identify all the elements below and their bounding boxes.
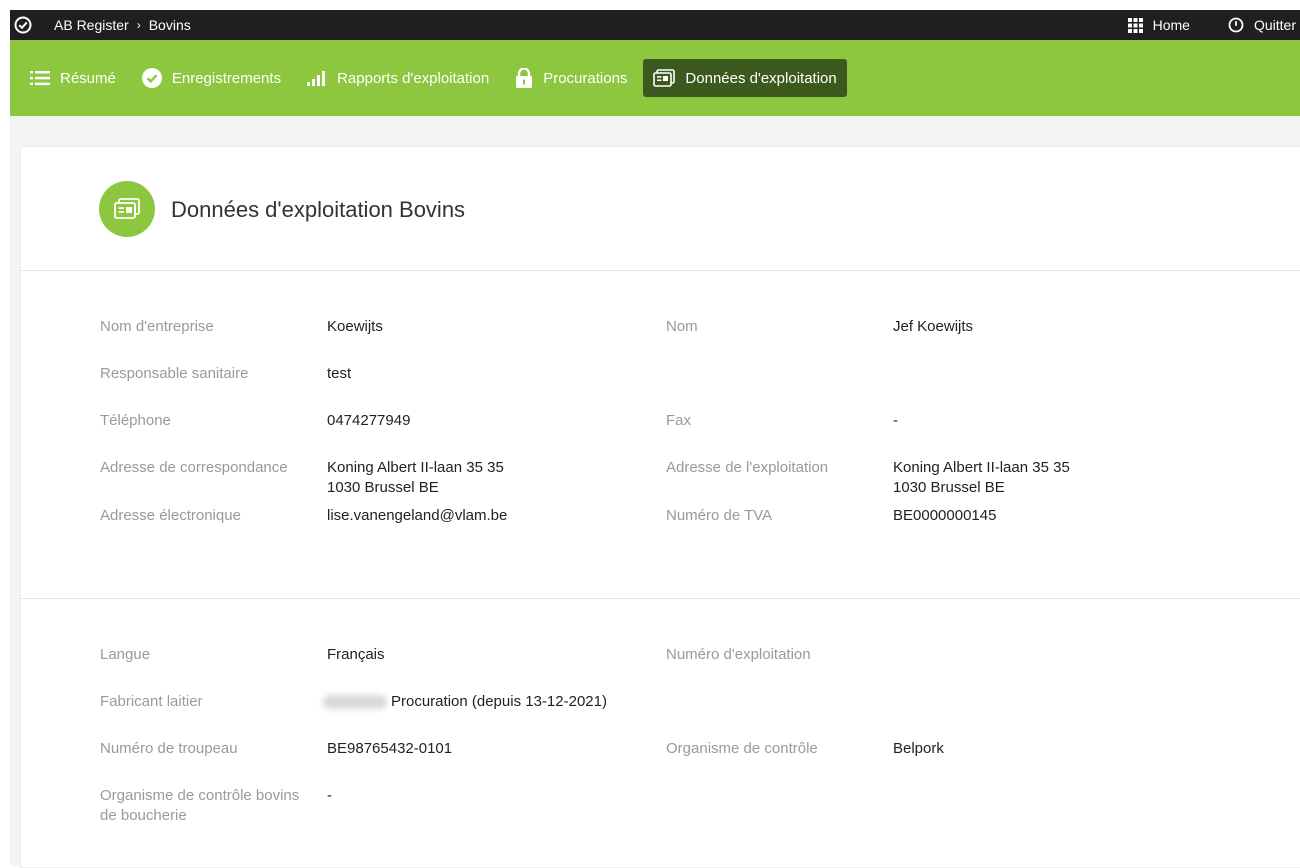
farm-number-label: Numéro d'exploitation xyxy=(666,646,811,663)
redacted-name xyxy=(323,695,387,710)
top-bar: AB Register › Bovins Home Quitter xyxy=(10,10,1300,40)
home-label: Home xyxy=(1152,17,1190,33)
id-card-icon xyxy=(653,69,676,87)
email-value: lise.vanengeland@vlam.be xyxy=(327,507,508,524)
details-card: Données d'exploitation Bovins Nom d'entr… xyxy=(20,146,1300,868)
dairy-maker-label: Fabricant laitier xyxy=(100,693,203,710)
control-org-value: Belpork xyxy=(893,740,944,757)
farm-address-label: Adresse de l'exploitation xyxy=(666,459,829,476)
beef-control-label-line1: Organisme de contrôle bovins xyxy=(100,787,300,804)
breadcrumb-item-ab-register[interactable]: AB Register xyxy=(54,17,129,33)
check-circle-icon xyxy=(141,68,162,88)
tab-donnees-exploitation-label: Données d'exploitation xyxy=(685,69,837,87)
beef-control-label-line2: de boucherie xyxy=(100,807,187,824)
tab-donnees-exploitation[interactable]: Données d'exploitation xyxy=(643,59,847,97)
beef-control-value: - xyxy=(327,787,332,804)
correspondence-address-label: Adresse de correspondance xyxy=(100,459,288,476)
tab-enregistrements-label: Enregistrements xyxy=(171,69,282,87)
contact-details-section: Nom d'entreprise Koewijts Nom Jef Koewij… xyxy=(21,271,1300,599)
email-label: Adresse électronique xyxy=(100,507,241,524)
tab-procurations[interactable]: Procurations xyxy=(505,59,637,97)
tab-rapports[interactable]: Rapports d'exploitation xyxy=(297,59,499,97)
herd-number-value: BE98765432-0101 xyxy=(327,740,453,757)
company-name-value: Koewijts xyxy=(327,318,383,335)
breadcrumb: AB Register › Bovins xyxy=(54,17,191,33)
name-label: Nom xyxy=(666,318,698,335)
phone-label: Téléphone xyxy=(100,412,171,429)
chevron-right-icon: › xyxy=(136,18,141,32)
lock-icon xyxy=(515,68,533,88)
tab-rapports-label: Rapports d'exploitation xyxy=(337,69,490,87)
vat-label: Numéro de TVA xyxy=(666,507,773,524)
tab-resume-label: Résumé xyxy=(60,69,116,87)
fax-value: - xyxy=(893,412,898,429)
list-icon xyxy=(30,70,50,86)
farm-address-line1: Koning Albert II-laan 35 35 xyxy=(893,459,1070,476)
herd-number-label: Numéro de troupeau xyxy=(100,740,238,757)
page-title: Données d'exploitation Bovins xyxy=(171,197,466,222)
quit-label: Quitter xyxy=(1253,17,1296,33)
name-value: Jef Koewijts xyxy=(893,318,974,335)
farm-address-line2: 1030 Brussel BE xyxy=(893,479,1005,496)
quit-button[interactable]: Quitter xyxy=(1228,17,1296,33)
language-label: Langue xyxy=(100,646,151,663)
check-circle-logo-icon[interactable] xyxy=(14,16,32,34)
tab-resume[interactable]: Résumé xyxy=(20,59,126,97)
power-icon xyxy=(1228,17,1244,33)
tab-enregistrements[interactable]: Enregistrements xyxy=(132,59,291,97)
bar-chart-icon xyxy=(307,70,327,86)
tab-procurations-label: Procurations xyxy=(543,69,628,87)
health-manager-value: test xyxy=(327,365,352,382)
correspondence-address-line1: Koning Albert II-laan 35 35 xyxy=(327,459,504,476)
farm-details-section: Langue Français Numéro d'exploitation Fa… xyxy=(21,599,1300,859)
control-org-label: Organisme de contrôle xyxy=(666,740,818,757)
vat-value: BE0000000145 xyxy=(893,507,997,524)
correspondence-address-line2: 1030 Brussel BE xyxy=(327,479,439,496)
health-manager-label: Responsable sanitaire xyxy=(100,365,249,382)
breadcrumb-item-bovins[interactable]: Bovins xyxy=(149,17,191,33)
dairy-maker-procuration: Procuration (depuis 13-12-2021) xyxy=(391,693,607,710)
grid-icon xyxy=(1127,17,1143,33)
fax-label: Fax xyxy=(666,412,692,429)
card-header: Données d'exploitation Bovins xyxy=(21,147,1300,271)
id-card-icon xyxy=(99,181,155,237)
main-nav: Résumé Enregistrements Rapports d'exploi… xyxy=(10,40,1300,116)
home-link[interactable]: Home xyxy=(1127,17,1190,33)
phone-value: 0474277949 xyxy=(327,412,411,429)
company-name-label: Nom d'entreprise xyxy=(100,318,214,335)
dairy-maker-value: Procuration (depuis 13-12-2021) xyxy=(323,692,607,712)
language-value: Français xyxy=(327,646,385,663)
